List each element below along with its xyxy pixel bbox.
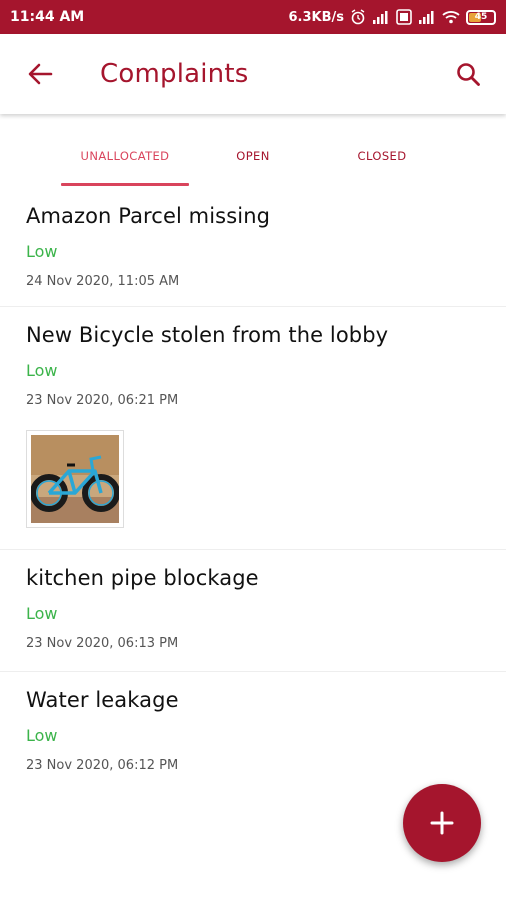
complaint-date: 23 Nov 2020, 06:13 PM	[26, 636, 179, 651]
complaint-date: 23 Nov 2020, 06:21 PM	[26, 393, 179, 408]
back-button[interactable]	[20, 54, 60, 94]
complaint-item[interactable]: kitchen pipe blockage Low 23 Nov 2020, 0…	[0, 550, 506, 672]
complaint-title: Amazon Parcel missing	[26, 204, 271, 228]
alarm-icon	[350, 9, 366, 25]
net-speed: 6.3KB/s	[288, 9, 345, 25]
complaint-priority: Low	[26, 726, 58, 745]
complaint-item[interactable]: Water leakage Low 23 Nov 2020, 06:12 PM	[0, 672, 506, 794]
complaint-item[interactable]: New Bicycle stolen from the lobby Low 23…	[0, 307, 506, 550]
app-bar: Complaints	[0, 34, 506, 114]
complaint-title: Water leakage	[26, 688, 179, 712]
complaint-date: 24 Nov 2020, 11:05 AM	[26, 274, 180, 289]
complaint-title: kitchen pipe blockage	[26, 566, 259, 590]
signal-icon	[418, 10, 436, 24]
status-time: 11:44 AM	[10, 9, 85, 25]
page-title: Complaints	[100, 59, 249, 89]
signal-icon	[372, 10, 390, 24]
battery-level: 45	[474, 12, 488, 22]
status-bar: 11:44 AM 6.3KB/s 45	[0, 0, 506, 34]
add-complaint-button[interactable]	[403, 784, 481, 862]
tab-closed[interactable]: CLOSED	[317, 126, 447, 186]
bicycle-image	[31, 435, 119, 523]
complaint-priority: Low	[26, 242, 58, 261]
plus-icon	[430, 811, 454, 835]
tab-open[interactable]: OPEN	[189, 126, 317, 186]
complaint-priority: Low	[26, 361, 58, 380]
battery-icon: 45	[466, 9, 496, 25]
arrow-left-icon	[28, 63, 53, 85]
complaint-priority: Low	[26, 604, 58, 623]
complaint-item[interactable]: Amazon Parcel missing Low 24 Nov 2020, 1…	[0, 188, 506, 307]
complaint-title: New Bicycle stolen from the lobby	[26, 323, 389, 347]
tab-bar: UNALLOCATED OPEN CLOSED	[0, 126, 506, 188]
complaint-image-thumbnail[interactable]	[26, 430, 124, 528]
volte-icon	[396, 9, 412, 25]
tab-indicator	[61, 183, 189, 186]
complaint-list: Amazon Parcel missing Low 24 Nov 2020, 1…	[0, 188, 506, 794]
search-button[interactable]	[448, 54, 488, 94]
tab-unallocated[interactable]: UNALLOCATED	[61, 126, 189, 186]
search-icon	[457, 63, 480, 86]
wifi-icon	[442, 10, 460, 24]
complaint-date: 23 Nov 2020, 06:12 PM	[26, 758, 179, 773]
status-icons: 6.3KB/s 45	[288, 9, 496, 25]
